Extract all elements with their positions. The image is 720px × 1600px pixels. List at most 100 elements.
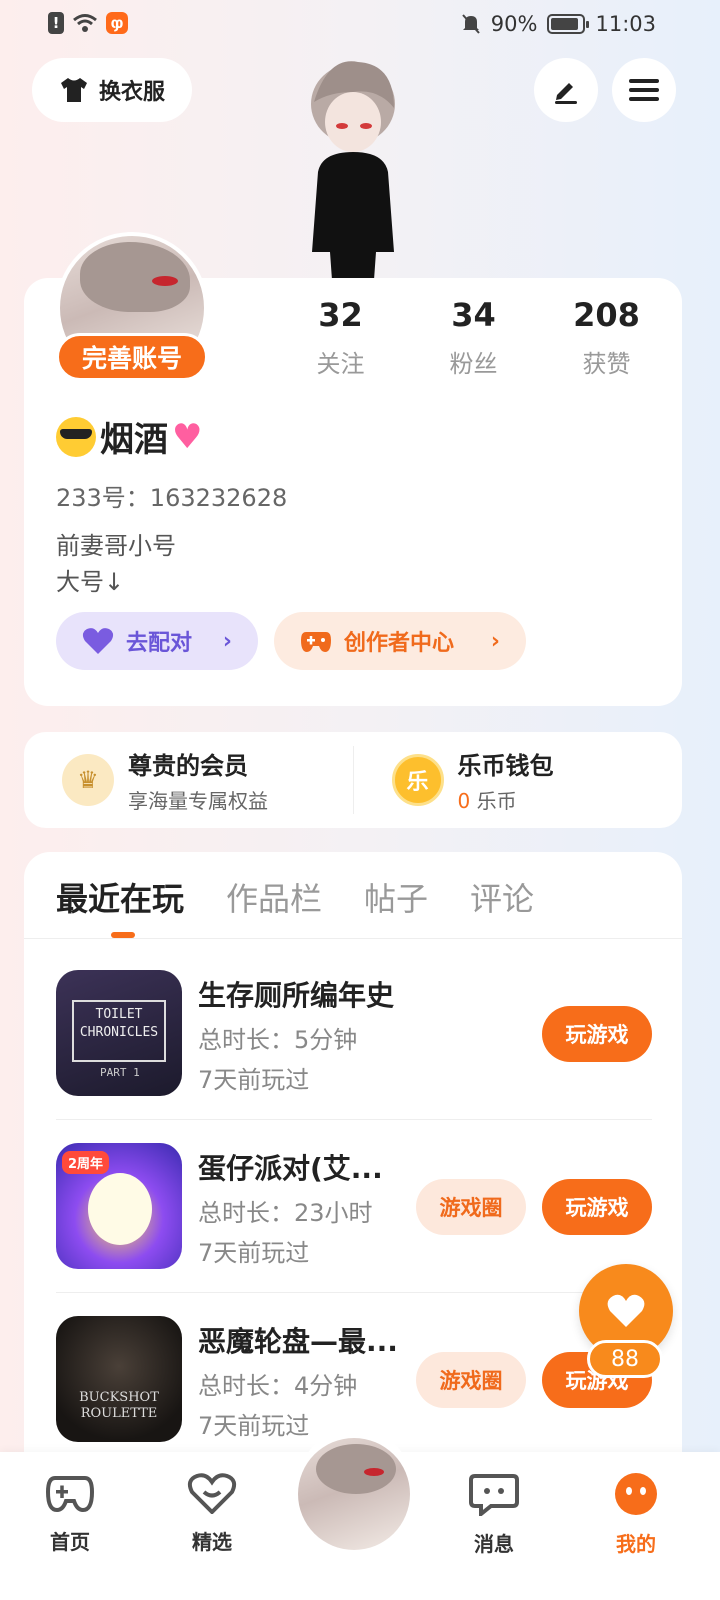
wifi-icon bbox=[73, 14, 97, 32]
vip-title: 尊贵的会员 bbox=[128, 752, 248, 780]
user-id: 233号：163232628 bbox=[56, 484, 288, 512]
anniversary-badge: 2周年 bbox=[62, 1151, 110, 1174]
stat-followers[interactable]: 34 粉丝 bbox=[407, 296, 540, 379]
stat-following[interactable]: 32 关注 bbox=[274, 296, 407, 379]
game-title: 恶魔轮盘—最... bbox=[198, 1325, 398, 1358]
nav-item-featured[interactable]: 精选 bbox=[162, 1472, 262, 1555]
vip-entry[interactable]: ♛ 尊贵的会员 享海量专属权益 bbox=[24, 732, 353, 828]
divider bbox=[56, 1292, 652, 1293]
status-bar: ! ჶ 90% 11:03 bbox=[0, 0, 720, 50]
avatar-figure[interactable] bbox=[298, 52, 408, 280]
stat-label: 关注 bbox=[316, 350, 365, 378]
game-thumbnail[interactable]: BUCKSHOT ROULETTE bbox=[56, 1316, 182, 1442]
wallet-unit: 乐币 bbox=[476, 789, 517, 813]
gamepad-icon bbox=[301, 632, 331, 652]
wallet-title: 乐币钱包 bbox=[457, 752, 554, 780]
creator-center-label: 创作者中心 bbox=[344, 631, 455, 656]
stat-label: 粉丝 bbox=[449, 350, 498, 378]
game-meta: 总时长：23小时 7天前玩过 bbox=[198, 1193, 373, 1273]
bell-muted-icon bbox=[462, 14, 480, 34]
like-count-badge: 88 bbox=[587, 1340, 663, 1378]
play-duration: 总时长：5分钟 bbox=[198, 1026, 358, 1054]
bio-line: 大号↓ bbox=[56, 568, 125, 596]
thumbnail-subtext: PART 1 bbox=[100, 1066, 140, 1079]
tab-comments[interactable]: 评论 bbox=[470, 874, 534, 920]
edit-button[interactable] bbox=[534, 58, 598, 122]
complete-account-label: 完善账号 bbox=[81, 344, 182, 373]
battery-percent: 90% bbox=[490, 12, 538, 36]
game-title: 蛋仔派对(艾... bbox=[198, 1152, 383, 1185]
game-thumbnail[interactable]: TOILET CHRONICLES PART 1 bbox=[56, 970, 182, 1096]
game-circle-button[interactable]: 游戏圈 bbox=[416, 1179, 526, 1235]
smile-icon bbox=[615, 1473, 657, 1515]
divider bbox=[24, 938, 682, 939]
profile-stats: 32 关注 34 粉丝 208 获赞 bbox=[274, 296, 674, 379]
nav-label: 精选 bbox=[192, 1530, 232, 1554]
chevron-right-icon: › bbox=[222, 628, 232, 654]
stat-value: 32 bbox=[318, 296, 363, 334]
tab-posts[interactable]: 帖子 bbox=[364, 874, 428, 920]
heart-chat-icon bbox=[187, 1473, 237, 1515]
complete-account-button[interactable]: 完善账号 bbox=[56, 333, 208, 381]
nav-center-avatar-button[interactable] bbox=[298, 1438, 410, 1550]
clock: 11:03 bbox=[595, 12, 656, 36]
le-coin-icon: 乐 bbox=[391, 754, 444, 806]
play-game-button[interactable]: 玩游戏 bbox=[542, 1006, 652, 1062]
sunglasses-emoji-icon bbox=[56, 416, 96, 457]
play-duration: 总时长：23小时 bbox=[198, 1199, 373, 1227]
list-item[interactable]: 2周年 蛋仔派对(艾... 总时长：23小时 7天前玩过 游戏圈 玩游戏 bbox=[56, 1143, 652, 1315]
menu-icon bbox=[629, 79, 659, 101]
tab-recent[interactable]: 最近在玩 bbox=[56, 874, 184, 920]
crown-icon: ♛ bbox=[62, 754, 114, 806]
menu-button[interactable] bbox=[612, 58, 676, 122]
creator-center-button[interactable]: 创作者中心 › bbox=[274, 612, 526, 670]
app-notification-icon: ჶ bbox=[106, 12, 128, 34]
profile-tabs: 最近在玩 作品栏 帖子 评论 bbox=[56, 874, 534, 920]
last-played: 7天前玩过 bbox=[198, 1239, 310, 1267]
nav-label: 消息 bbox=[474, 1532, 514, 1556]
stat-label: 获赞 bbox=[582, 350, 631, 378]
bio-line: 前妻哥小号 bbox=[56, 532, 176, 560]
game-circle-button[interactable]: 游戏圈 bbox=[416, 1352, 526, 1408]
match-button[interactable]: 去配对 › bbox=[56, 612, 258, 670]
nav-item-home[interactable]: 首页 bbox=[20, 1472, 120, 1555]
pen-icon bbox=[555, 83, 577, 104]
game-thumbnail[interactable]: 2周年 bbox=[56, 1143, 182, 1269]
tshirt-icon bbox=[60, 78, 87, 102]
play-game-button[interactable]: 玩游戏 bbox=[542, 1179, 652, 1235]
nav-item-me[interactable]: 我的 bbox=[586, 1472, 686, 1557]
wallet-entry[interactable]: 乐 乐币钱包 0 乐币 bbox=[354, 732, 683, 828]
divider bbox=[56, 1119, 652, 1120]
pink-heart-emoji-icon: ♥ bbox=[172, 416, 203, 457]
battery-icon bbox=[547, 14, 590, 34]
list-item[interactable]: TOILET CHRONICLES PART 1 生存厕所编年史 总时长：5分钟… bbox=[56, 970, 652, 1142]
nickname-text: 烟酒 bbox=[100, 420, 168, 460]
heart-icon bbox=[607, 1294, 645, 1327]
wallet-amount: 0 bbox=[457, 789, 471, 813]
vip-subtitle: 享海量专属权益 bbox=[128, 789, 268, 813]
member-wallet-card: ♛ 尊贵的会员 享海量专属权益 乐 乐币钱包 0 乐币 bbox=[24, 732, 682, 828]
game-meta: 总时长：5分钟 7天前玩过 bbox=[198, 1020, 357, 1100]
thumbnail-text: TOILET CHRONICLES bbox=[72, 1000, 166, 1062]
last-played: 7天前玩过 bbox=[198, 1066, 310, 1094]
stat-value: 34 bbox=[451, 296, 496, 334]
change-outfit-label: 换衣服 bbox=[98, 80, 165, 105]
recent-games-card: 最近在玩 作品栏 帖子 评论 TOILET CHRONICLES PART 1 … bbox=[24, 852, 682, 1472]
heart-icon bbox=[82, 628, 114, 654]
game-title: 生存厕所编年史 bbox=[198, 979, 395, 1012]
nav-label: 首页 bbox=[50, 1530, 90, 1554]
chevron-right-icon: › bbox=[490, 628, 500, 654]
gamepad-icon bbox=[45, 1476, 95, 1513]
nav-item-messages[interactable]: 消息 bbox=[444, 1472, 544, 1557]
stat-value: 208 bbox=[573, 296, 640, 334]
message-icon bbox=[469, 1474, 519, 1519]
nickname: 烟酒 ♥ bbox=[56, 412, 214, 461]
change-outfit-button[interactable]: 换衣服 bbox=[32, 58, 192, 122]
alert-icon: ! bbox=[48, 12, 64, 34]
stat-likes[interactable]: 208 获赞 bbox=[540, 296, 673, 379]
play-duration: 总时长：4分钟 bbox=[198, 1372, 358, 1400]
bio: 前妻哥小号 大号↓ bbox=[56, 528, 176, 600]
tab-works[interactable]: 作品栏 bbox=[226, 874, 322, 920]
match-label: 去配对 bbox=[126, 631, 193, 656]
thumbnail-text: BUCKSHOT ROULETTE bbox=[79, 1390, 159, 1421]
